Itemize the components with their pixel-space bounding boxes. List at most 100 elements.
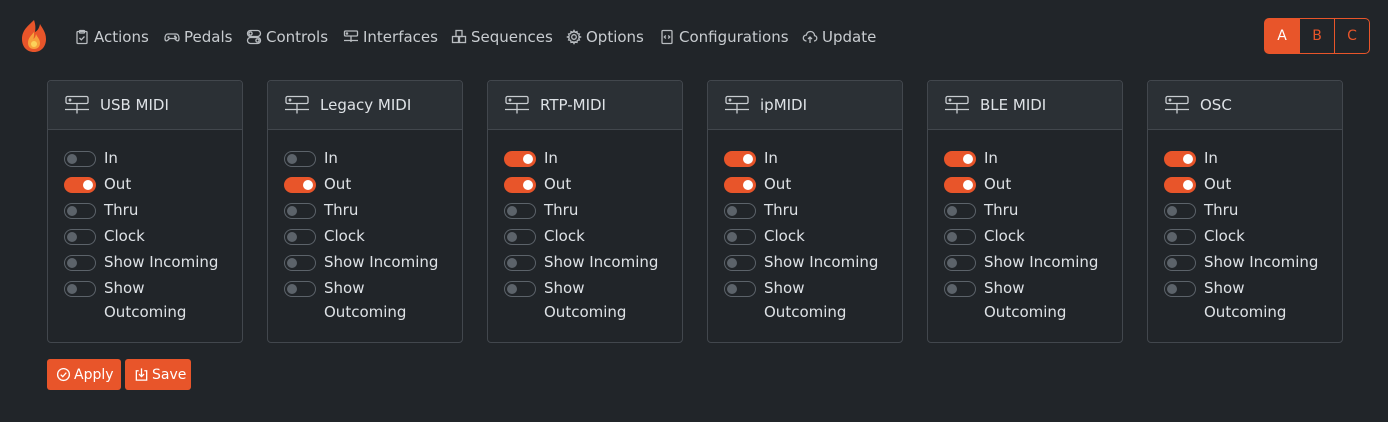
nav-sequences[interactable]: Sequences bbox=[451, 26, 553, 48]
toggle-switch[interactable] bbox=[284, 281, 316, 297]
option-label: Show Incoming bbox=[104, 253, 219, 271]
option-label: In bbox=[984, 149, 998, 167]
toggle-switch[interactable] bbox=[944, 151, 976, 167]
download-icon bbox=[135, 368, 148, 381]
toggle-switch[interactable] bbox=[724, 151, 756, 167]
option-label: Show Outcoming bbox=[984, 279, 1067, 321]
card-title: Legacy MIDI bbox=[320, 96, 412, 114]
toggle-switch[interactable] bbox=[1164, 255, 1196, 271]
toggle-switch[interactable] bbox=[944, 177, 976, 193]
card-title: OSC bbox=[1200, 96, 1232, 114]
apply-label: Apply bbox=[74, 366, 114, 383]
toggle-switch[interactable] bbox=[284, 229, 316, 245]
toggle-switch[interactable] bbox=[944, 255, 976, 271]
option-label: Clock bbox=[544, 227, 585, 245]
option-label: Show Outcoming bbox=[764, 279, 847, 321]
option-label: Clock bbox=[104, 227, 145, 245]
toggle-switch[interactable] bbox=[504, 255, 536, 271]
option-label: In bbox=[544, 149, 558, 167]
toggle-switch[interactable] bbox=[504, 203, 536, 219]
option-label: In bbox=[104, 149, 118, 167]
toggle-switch[interactable] bbox=[64, 229, 96, 245]
card-body: In Out Thru Clock Show Incoming Show Outcomin… bbox=[268, 130, 462, 324]
toggle-switch[interactable] bbox=[724, 281, 756, 297]
interface-card: ipMIDI In Out Thru Clock Show Incoming Show Ou… bbox=[707, 80, 903, 343]
option-label: Thru bbox=[104, 201, 139, 219]
navbar: Actions Pedals Controls Interfaces Seque… bbox=[0, 0, 1388, 72]
toggle-switch[interactable] bbox=[64, 281, 96, 297]
card-header: USB MIDI bbox=[48, 81, 242, 130]
toggle-switch[interactable] bbox=[1164, 203, 1196, 219]
nav-controls[interactable]: Controls bbox=[246, 26, 328, 48]
nav-interfaces[interactable]: Interfaces bbox=[343, 26, 438, 48]
toggle-switch[interactable] bbox=[284, 255, 316, 271]
toggle-switch[interactable] bbox=[64, 203, 96, 219]
option-label: Clock bbox=[984, 227, 1025, 245]
toggle-switch[interactable] bbox=[284, 203, 316, 219]
toggle-switch[interactable] bbox=[504, 281, 536, 297]
card-header: BLE MIDI bbox=[928, 81, 1122, 130]
apply-button[interactable]: Apply bbox=[47, 359, 121, 390]
card-title: USB MIDI bbox=[100, 96, 169, 114]
card-title: ipMIDI bbox=[760, 96, 808, 114]
option-label: Show Outcoming bbox=[104, 279, 187, 321]
option-row: Show Outcoming bbox=[284, 279, 462, 324]
interface-card: RTP-MIDI In Out Thru Clock Show Incoming Show … bbox=[487, 80, 683, 343]
card-header: RTP-MIDI bbox=[488, 81, 682, 130]
toggle-switch[interactable] bbox=[284, 177, 316, 193]
toggle-switch[interactable] bbox=[1164, 177, 1196, 193]
profile-b-button[interactable]: B bbox=[1299, 18, 1335, 54]
nav-pedals[interactable]: Pedals bbox=[164, 26, 232, 48]
hdd-network-icon bbox=[505, 95, 529, 114]
toggle-switch[interactable] bbox=[64, 151, 96, 167]
toggle-switch[interactable] bbox=[64, 177, 96, 193]
option-label: Show Outcoming bbox=[1204, 279, 1287, 321]
toggle-switch[interactable] bbox=[64, 255, 96, 271]
nav-options-label: Options bbox=[586, 28, 644, 46]
nav-update[interactable]: Update bbox=[802, 26, 876, 48]
hdd-network-icon bbox=[343, 30, 359, 42]
interface-card: OSC In Out Thru Clock Show Incoming Show Outco… bbox=[1147, 80, 1343, 343]
nav-options[interactable]: Options bbox=[566, 26, 644, 48]
profile-a-button[interactable]: A bbox=[1264, 18, 1300, 54]
toggle-switch[interactable] bbox=[944, 281, 976, 297]
toggle-switch[interactable] bbox=[504, 151, 536, 167]
option-row: Show Outcoming bbox=[504, 279, 682, 324]
file-code-icon bbox=[661, 29, 673, 45]
option-label: Show Incoming bbox=[984, 253, 1099, 271]
nav-interfaces-label: Interfaces bbox=[363, 28, 438, 46]
toggle-switch[interactable] bbox=[504, 229, 536, 245]
profile-c-button[interactable]: C bbox=[1334, 18, 1370, 54]
hdd-network-icon bbox=[945, 95, 969, 114]
option-label: Show Incoming bbox=[1204, 253, 1319, 271]
toggle-switch[interactable] bbox=[284, 151, 316, 167]
option-label: Show Incoming bbox=[544, 253, 659, 271]
card-header: Legacy MIDI bbox=[268, 81, 462, 130]
card-header: OSC bbox=[1148, 81, 1342, 130]
toggle-switch[interactable] bbox=[724, 255, 756, 271]
nav-configurations[interactable]: Configurations bbox=[659, 26, 789, 48]
save-button[interactable]: Save bbox=[125, 359, 191, 390]
nav-actions[interactable]: Actions bbox=[74, 26, 149, 48]
card-title: BLE MIDI bbox=[980, 96, 1047, 114]
option-label: Clock bbox=[764, 227, 805, 245]
toggle-switch[interactable] bbox=[1164, 229, 1196, 245]
toggle-switch[interactable] bbox=[724, 177, 756, 193]
nav-sequences-label: Sequences bbox=[471, 28, 553, 46]
option-label: Thru bbox=[544, 201, 579, 219]
toggle-switch[interactable] bbox=[724, 203, 756, 219]
option-row: Show Outcoming bbox=[944, 279, 1122, 324]
toggle-switch[interactable] bbox=[724, 229, 756, 245]
toggle-switch[interactable] bbox=[1164, 151, 1196, 167]
cloud-upload-icon bbox=[802, 30, 818, 43]
pedalino-logo-icon[interactable] bbox=[18, 18, 50, 54]
nav-pedals-label: Pedals bbox=[184, 28, 233, 46]
option-label: Clock bbox=[1204, 227, 1245, 245]
toggle-switch[interactable] bbox=[944, 203, 976, 219]
toggle-switch[interactable] bbox=[944, 229, 976, 245]
boxes-icon bbox=[451, 29, 467, 44]
card-body: In Out Thru Clock Show Incoming Show Outcomin… bbox=[1148, 130, 1342, 324]
save-label: Save bbox=[152, 366, 187, 383]
toggle-switch[interactable] bbox=[504, 177, 536, 193]
toggle-switch[interactable] bbox=[1164, 281, 1196, 297]
